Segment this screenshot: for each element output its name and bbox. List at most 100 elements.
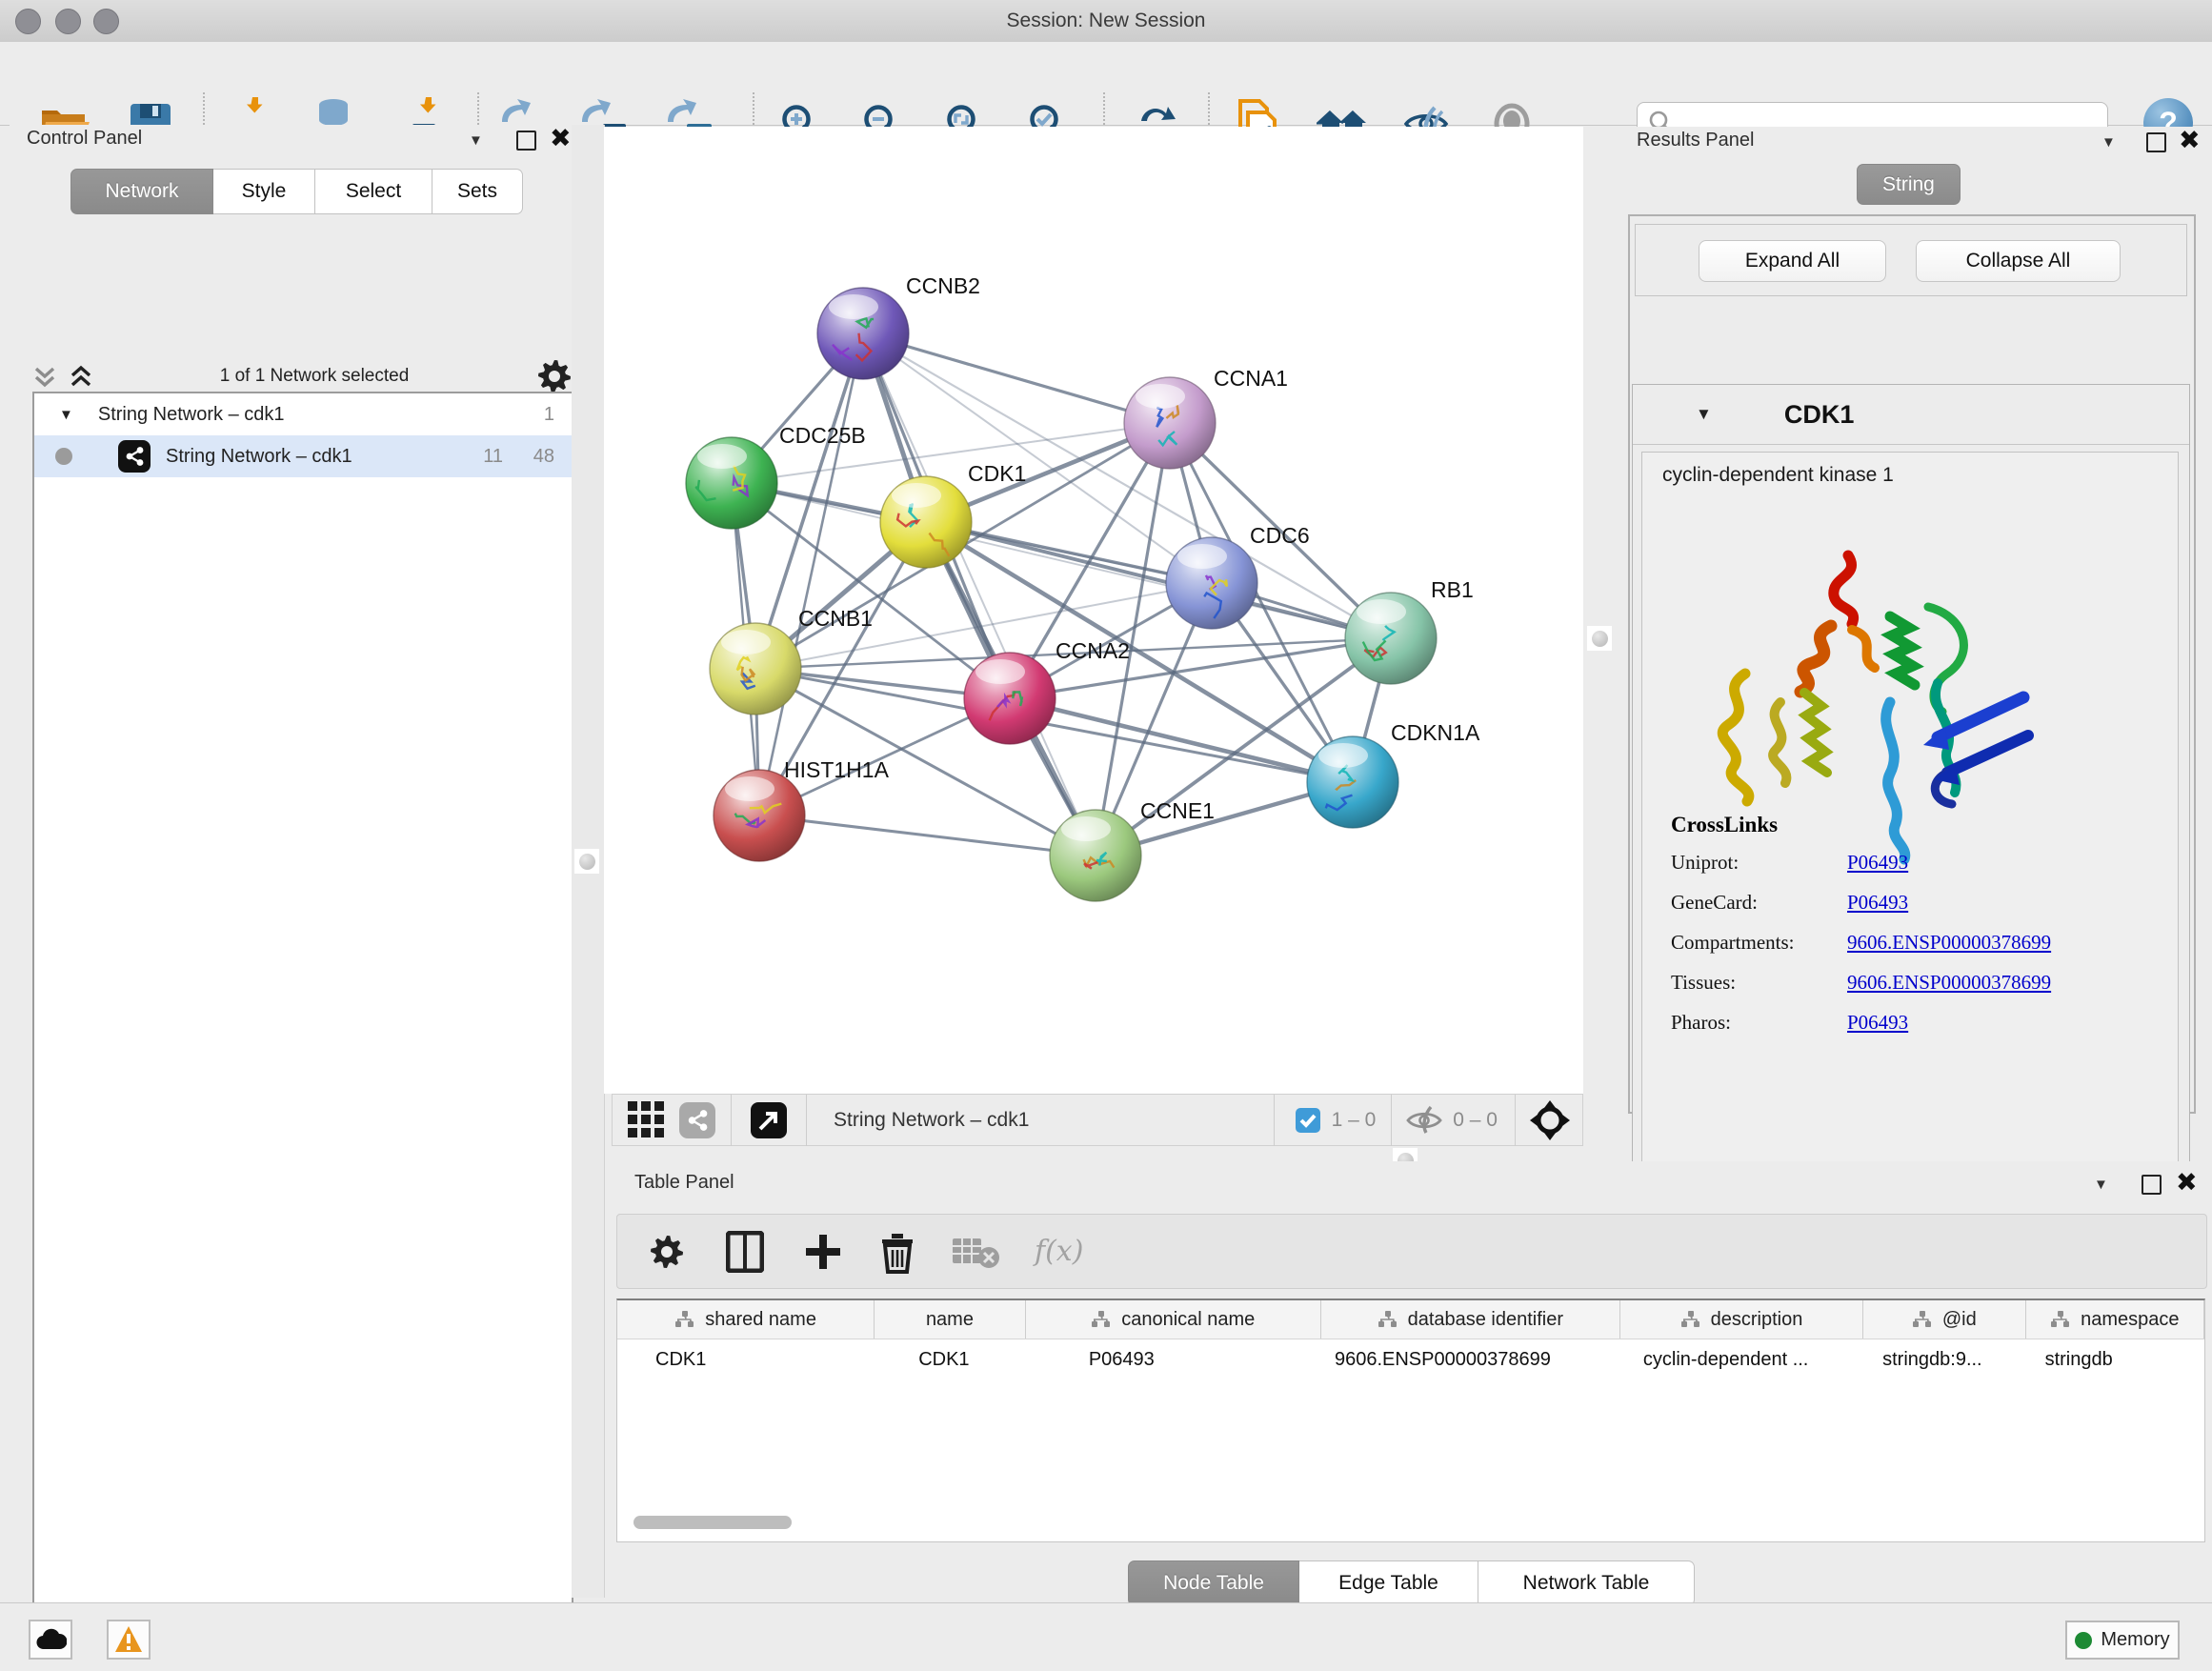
memory-button[interactable]: Memory [2065, 1621, 2180, 1660]
column-header--id[interactable]: @id [1863, 1300, 2025, 1339]
network-status-dot [55, 448, 72, 465]
network-edge-CDK1-RB1[interactable] [926, 522, 1391, 638]
show-columns-icon[interactable] [726, 1231, 764, 1273]
tab-node-table[interactable]: Node Table [1128, 1560, 1299, 1606]
status-bar: Memory [0, 1602, 2212, 1671]
tab-sets[interactable]: Sets [432, 169, 523, 214]
panel-float-icon[interactable] [516, 131, 536, 151]
expand-all-networks-icon[interactable] [69, 363, 93, 390]
network-canvas[interactable]: CCNB2CCNA1CDC25BCDK1CDC6RB1CCNB1CCNA2CDK… [604, 127, 1583, 1094]
horizontal-scrollbar-thumb[interactable] [633, 1516, 792, 1529]
gene-section-header[interactable]: ▼ CDK1 [1633, 385, 2189, 445]
table-cell: cyclin-dependent ... [1620, 1339, 1863, 1379]
table-cell: stringdb:9... [1863, 1339, 2025, 1379]
crosslink-link[interactable]: P06493 [1847, 851, 1908, 875]
node-label-CCNA2: CCNA2 [1056, 638, 1130, 663]
network-row-label: String Network – cdk1 [166, 446, 352, 468]
crosslink-row: Tissues:9606.ENSP00000378699 [1671, 971, 2051, 995]
table-row[interactable]: CDK1CDK1P064939606.ENSP00000378699cyclin… [617, 1339, 2204, 1379]
crosslink-row: GeneCard:P06493 [1671, 891, 2051, 915]
tree-expander-icon[interactable]: ▼ [59, 407, 73, 423]
cloud-icon [34, 1626, 67, 1653]
selected-checkbox-icon[interactable] [1296, 1108, 1320, 1133]
network-options-gear-icon[interactable] [535, 357, 573, 395]
warnings-button[interactable] [107, 1620, 151, 1660]
tab-string[interactable]: String [1857, 164, 1961, 205]
control-panel: Control Panel ▼ ✖ NetworkStyleSelectSets… [10, 125, 572, 1598]
network-view-title: String Network – cdk1 [834, 1109, 1029, 1132]
table-settings-gear-icon[interactable] [648, 1233, 686, 1271]
network-node-HIST1H1A[interactable]: HIST1H1A [714, 757, 890, 861]
column-header-shared-name[interactable]: shared name [617, 1300, 875, 1339]
crosslink-link[interactable]: P06493 [1847, 1011, 1908, 1035]
panel-close-icon[interactable]: ✖ [550, 131, 572, 147]
application-window: Session: New Session ? Control [0, 0, 2212, 1671]
crosslink-row: Compartments:9606.ENSP00000378699 [1671, 931, 2051, 955]
node-label-RB1: RB1 [1431, 577, 1474, 602]
crosslink-link[interactable]: 9606.ENSP00000378699 [1847, 931, 2051, 955]
network-view-toolbar: String Network – cdk1 1 – 0 0 – 0 [612, 1094, 1583, 1146]
expand-collapse-row: Expand All Collapse All [1635, 224, 2187, 296]
vertical-splitter[interactable] [572, 125, 605, 1598]
section-collapse-icon[interactable]: ▼ [1696, 405, 1712, 424]
navigator-crosshair-icon[interactable] [1529, 1099, 1571, 1141]
tab-style[interactable]: Style [213, 169, 315, 214]
vertical-splitter-right[interactable] [1583, 127, 1620, 1161]
network-node-RB1[interactable]: RB1 [1345, 577, 1474, 684]
expand-all-button[interactable]: Expand All [1699, 240, 1886, 282]
open-view-icon[interactable] [751, 1102, 787, 1138]
crosslink-label: Tissues: [1671, 971, 1847, 995]
hidden-eye-icon[interactable] [1405, 1105, 1443, 1136]
network-node-CCNB2[interactable]: CCNB2 [817, 273, 980, 379]
crosslink-label: Compartments: [1671, 931, 1847, 955]
network-selection-row: 1 of 1 Network selected [32, 359, 573, 393]
network-selected-status: 1 of 1 Network selected [93, 366, 535, 387]
panel-float-icon[interactable] [2142, 1175, 2162, 1195]
birds-eye-view-icon[interactable] [628, 1101, 666, 1139]
network-edge-HIST1H1A-CCNE1[interactable] [759, 815, 1096, 856]
network-node-CDC25B[interactable]: CDC25B [686, 423, 866, 529]
network-edge-CCNB2-HIST1H1A[interactable] [759, 333, 863, 815]
splitter-handle[interactable] [574, 849, 599, 874]
collapse-all-networks-icon[interactable] [32, 363, 57, 390]
hierarchy-icon [1091, 1310, 1112, 1329]
tab-select[interactable]: Select [315, 169, 432, 214]
network-edge-CCNB2-CCNA1[interactable] [863, 333, 1170, 423]
network-row-selected[interactable]: String Network – cdk1 11 48 [34, 435, 572, 477]
network-edge-CCNB2-CCNE1[interactable] [863, 333, 1096, 856]
network-node-CDKN1A[interactable]: CDKN1A [1307, 720, 1480, 828]
warning-icon [114, 1625, 143, 1654]
panel-collapse-icon[interactable]: ▼ [469, 132, 483, 149]
network-collection-row[interactable]: ▼ String Network – cdk1 1 [34, 393, 572, 435]
panel-float-icon[interactable] [2146, 132, 2166, 152]
column-header-description[interactable]: description [1620, 1300, 1863, 1339]
panel-collapse-icon[interactable]: ▼ [2094, 1177, 2108, 1193]
tab-edge-table[interactable]: Edge Table [1299, 1560, 1478, 1606]
crosslink-link[interactable]: P06493 [1847, 891, 1908, 915]
column-header-database-identifier[interactable]: database identifier [1321, 1300, 1620, 1339]
gene-name: CDK1 [1784, 400, 1855, 430]
cloud-status-button[interactable] [29, 1620, 72, 1660]
collapse-all-button[interactable]: Collapse All [1916, 240, 2121, 282]
panel-collapse-icon[interactable]: ▼ [2101, 134, 2116, 151]
table-panel: Table Panel ▼ ✖ f(x) shared namenamecano… [606, 1161, 2212, 1602]
panel-close-icon[interactable]: ✖ [2179, 132, 2201, 149]
graphics-details-icon[interactable] [679, 1102, 715, 1138]
create-column-icon[interactable] [804, 1231, 842, 1273]
crosslink-link[interactable]: 9606.ENSP00000378699 [1847, 971, 2051, 995]
tab-network-table[interactable]: Network Table [1478, 1560, 1695, 1606]
table-body: CDK1CDK1P064939606.ENSP00000378699cyclin… [617, 1339, 2204, 1379]
results-panel-title: Results Panel [1637, 130, 1754, 151]
column-header-name[interactable]: name [875, 1300, 1026, 1339]
hierarchy-icon [2050, 1310, 2071, 1329]
splitter-handle[interactable] [1587, 626, 1612, 651]
delete-column-icon[interactable] [880, 1230, 915, 1274]
gene-section: ▼ CDK1 cyclin-dependent kinase 1 [1632, 384, 2190, 1191]
table-panel-title: Table Panel [634, 1172, 734, 1194]
panel-close-icon[interactable]: ✖ [2176, 1175, 2198, 1191]
network-node-CDK1[interactable]: CDK1 [880, 461, 1026, 568]
column-header-canonical-name[interactable]: canonical name [1026, 1300, 1321, 1339]
network-node-CCNA1[interactable]: CCNA1 [1124, 366, 1288, 469]
column-header-namespace[interactable]: namespace [2026, 1300, 2204, 1339]
tab-network[interactable]: Network [70, 169, 213, 214]
